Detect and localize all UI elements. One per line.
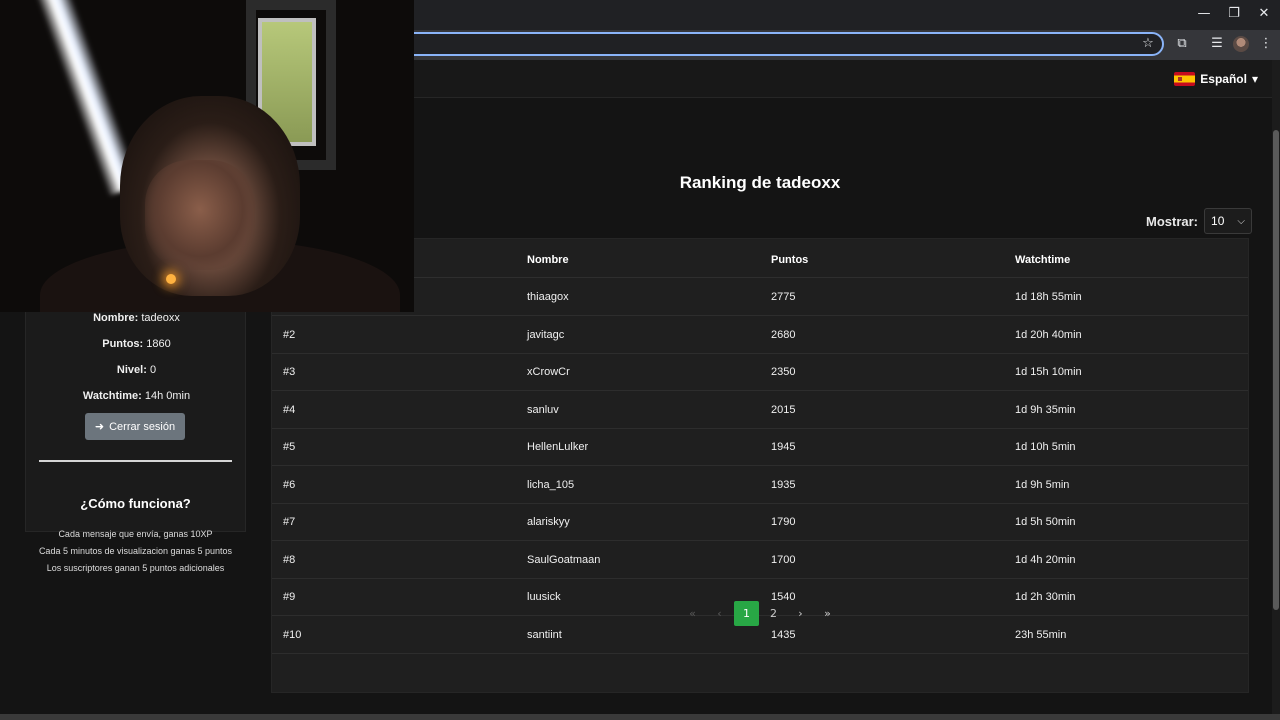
how-it-works-line: Cada 5 minutos de visualizacion ganas 5 … [38,546,233,556]
page-scrollbar[interactable] [1272,60,1280,720]
page-size-value: 10 [1211,214,1225,228]
table-header: Nombre Puntos Watchtime [272,239,1248,278]
rank-cell: #7 [283,516,296,528]
profile-avatar[interactable] [1233,36,1249,52]
table-row: #2 javitagc 2680 1d 20h 40min [272,316,1248,354]
logout-button[interactable]: ➜ Cerrar sesión [85,413,185,440]
last-page-button[interactable]: » [815,601,840,626]
watchtime-cell: 1d 18h 55min [1015,291,1082,303]
divider [39,460,232,462]
next-page-button[interactable]: › [788,601,813,626]
page-size-label: Mostrar: [1146,213,1199,229]
language-selector[interactable]: Español ▾ [1174,66,1258,92]
page-size-control: Mostrar: 10 ⌵ [1146,208,1253,234]
person-face [145,160,255,270]
how-it-works-line: Cada mensaje que envía, ganas 10XP [58,529,213,539]
rank-cell: #5 [283,441,296,453]
column-header-puntos[interactable]: Puntos [771,254,808,266]
prev-page-button[interactable]: ‹ [707,601,732,626]
name-cell: SaulGoatmaan [527,553,601,566]
points-cell: 2775 [771,291,796,303]
watchtime-cell: 1d 2h 30min [1015,591,1076,603]
name-cell: thiaagox [527,291,569,303]
rank-cell: #6 [283,478,296,491]
table-row: #4 sanluv 2015 1d 9h 35min [272,391,1248,429]
language-label: Español [1200,72,1247,86]
points-cell: 1790 [771,516,796,528]
media-control-icon[interactable]: ☰ [1208,35,1226,53]
table-row: #7 alariskyy 1790 1d 5h 50min [272,503,1248,541]
rank-cell: #9 [283,591,296,603]
points-cell: 2015 [771,403,796,416]
table-row: #3 xCrowCr 2350 1d 15h 10min [272,353,1248,391]
browser-menu-icon[interactable]: ⋮ [1257,35,1275,53]
name-cell: HellenLulker [527,441,589,453]
lighter-flame [166,274,176,284]
watchtime-cell: 1d 10h 5min [1015,441,1076,453]
rank-cell: #8 [283,553,296,566]
chevron-down-icon: ⌵ [1237,215,1246,227]
rank-cell: #10 [283,628,302,641]
logout-label: Cerrar sesión [109,420,176,433]
bottom-scroll-track [0,714,1280,720]
watchtime-cell: 1d 15h 10min [1015,366,1082,378]
name-cell: luusick [527,591,561,603]
watchtime-cell: 1d 9h 5min [1015,478,1070,491]
name-cell: licha_105 [527,478,575,491]
rank-cell: #2 [283,328,296,341]
points-cell: 1700 [771,553,796,566]
page-title: Ranking de tadeoxx [679,173,841,192]
address-bar[interactable] [380,32,1164,56]
watchtime-cell: 1d 5h 50min [1015,516,1076,528]
watchtime-cell: 1d 9h 35min [1015,403,1076,416]
how-it-works-title: ¿Cómo funciona? [80,496,191,511]
spain-flag-icon [1174,72,1196,86]
table-row: #8 SaulGoatmaan 1700 1d 4h 20min [272,541,1248,579]
restore-icon[interactable]: ❐ [1218,3,1250,25]
first-page-button[interactable]: « [680,601,705,626]
extensions-icon[interactable]: ⧉ [1173,35,1191,53]
points-cell: 2680 [771,328,796,341]
points-cell: 1435 [771,628,796,641]
how-it-works-line: Los suscriptores ganan 5 puntos adiciona… [46,563,225,573]
table-row: #6 licha_105 1935 1d 9h 5min [272,466,1248,504]
column-header-watchtime[interactable]: Watchtime [1015,254,1070,266]
pagination: « ‹ 1 2 › » [680,600,840,626]
page-size-select[interactable]: 10 ⌵ [1204,208,1253,234]
minimize-icon[interactable]: — [1188,3,1220,25]
chevron-down-icon: ▾ [1251,72,1258,86]
page-button-1[interactable]: 1 [734,600,759,626]
screen: — ❐ ✕ ☆ ⧉ ☰ ⋮ Español ▾ Ranking de tadeo… [0,0,1280,720]
name-cell: santiint [527,628,562,641]
page-button-2[interactable]: 2 [761,601,786,626]
watchtime-cell: 1d 4h 20min [1015,553,1076,566]
name-cell: javitagc [527,328,565,341]
rank-cell: #4 [283,403,296,416]
table-row: #5 HellenLulker 1945 1d 10h 5min [272,428,1248,466]
webcam-overlay [0,0,414,312]
name-cell: xCrowCr [527,366,570,378]
rank-cell: #3 [283,366,296,378]
scrollbar-thumb[interactable] [1273,130,1279,610]
close-icon[interactable]: ✕ [1248,3,1280,25]
watchtime-cell: 1d 20h 40min [1015,328,1082,341]
points-cell: 2350 [771,366,796,378]
column-header-nombre[interactable]: Nombre [527,254,569,266]
points-cell: 1945 [771,441,796,453]
sign-out-icon: ➜ [94,421,105,433]
watchtime-cell: 23h 55min [1015,628,1067,641]
name-cell: alariskyy [527,516,570,528]
points-cell: 1935 [771,478,796,491]
name-cell: sanluv [527,403,559,416]
table-row: #1thiaagox27751d 18h 55min [272,278,1248,316]
bookmark-star-icon[interactable]: ☆ [1139,35,1157,53]
